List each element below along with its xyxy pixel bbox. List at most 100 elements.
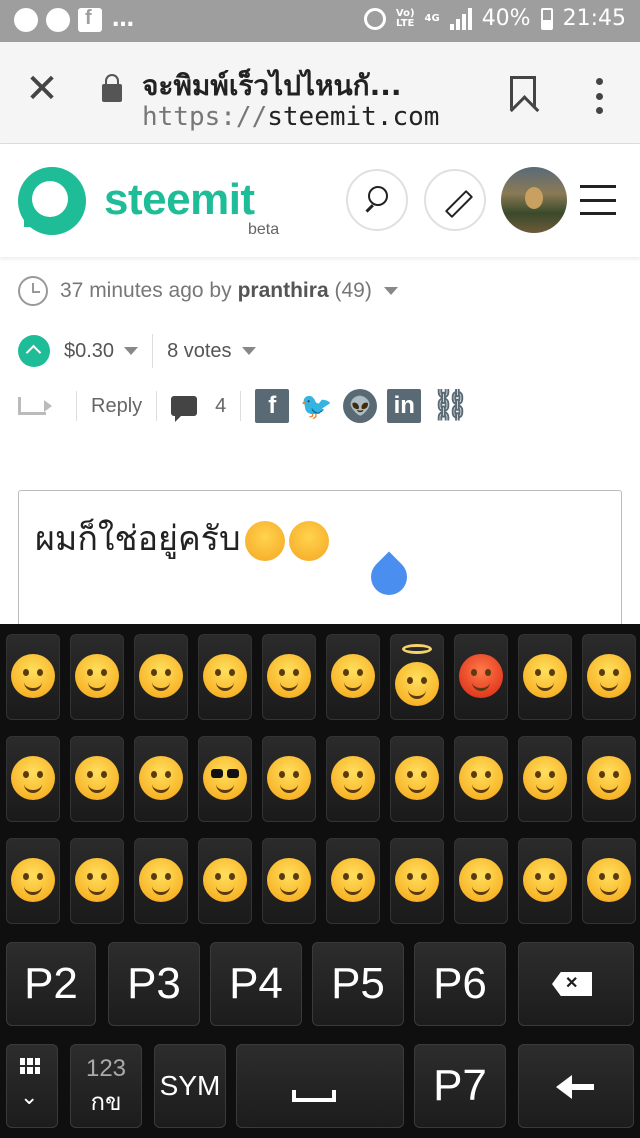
- emoji-page-2-key[interactable]: P2: [6, 942, 96, 1026]
- votes-count[interactable]: 8 votes: [167, 340, 231, 363]
- emoji-page-3-key[interactable]: P3: [108, 942, 200, 1026]
- tears-of-joy-face-icon: [75, 654, 119, 698]
- emoji-key[interactable]: [390, 634, 444, 720]
- emoji-page-6-key[interactable]: P6: [414, 942, 506, 1026]
- expressionless-face-icon: [395, 756, 439, 800]
- emoji-key[interactable]: [582, 838, 636, 924]
- close-icon[interactable]: ✕: [24, 69, 60, 109]
- reply-link[interactable]: Reply: [91, 395, 142, 418]
- lock-icon[interactable]: [102, 74, 122, 102]
- resteem-icon[interactable]: [18, 397, 52, 415]
- emoji-key[interactable]: [262, 736, 316, 822]
- emoji-key[interactable]: [6, 736, 60, 822]
- upvote-icon[interactable]: [18, 335, 50, 367]
- relieved-face-icon: [75, 756, 119, 800]
- symbol-mode-key[interactable]: SYM: [154, 1044, 226, 1128]
- emoji-key[interactable]: [454, 634, 508, 720]
- payout-dropdown-caret-icon[interactable]: [124, 347, 139, 355]
- tongue-face-icon: [395, 858, 439, 902]
- reply-text: ผมก็ใช่อยู่ครับ: [35, 519, 241, 559]
- facebook-share-icon[interactable]: f: [255, 389, 290, 423]
- reply-textarea[interactable]: ผมก็ใช่อยู่ครับ: [18, 490, 622, 630]
- smiling-face-open-mouth-icon: [139, 654, 183, 698]
- logo-text[interactable]: steemit: [104, 175, 255, 225]
- emoji-key[interactable]: [70, 838, 124, 924]
- yum-face-icon: [11, 756, 55, 800]
- emoji-key[interactable]: [518, 736, 572, 822]
- winking-tongue-face-icon: [459, 858, 503, 902]
- emoji-key[interactable]: [6, 634, 60, 720]
- emoji-key[interactable]: [582, 736, 636, 822]
- emoji-key[interactable]: [326, 634, 380, 720]
- backspace-key[interactable]: [518, 942, 634, 1026]
- comment-count[interactable]: 4: [215, 395, 226, 418]
- hamburger-menu-icon[interactable]: [580, 185, 616, 215]
- emoji-key[interactable]: [390, 838, 444, 924]
- keyboard-switch-key[interactable]: ⌄: [6, 1044, 58, 1128]
- emoji-key[interactable]: [6, 838, 60, 924]
- emoji-key[interactable]: [198, 634, 252, 720]
- squinting-tongue-face-icon: [523, 858, 567, 902]
- avatar[interactable]: [501, 167, 567, 233]
- enter-key[interactable]: [518, 1044, 634, 1128]
- emoji-key[interactable]: [390, 736, 444, 822]
- linkedin-share-icon[interactable]: in: [387, 389, 422, 423]
- emoji-key[interactable]: [518, 838, 572, 924]
- comment-icon[interactable]: [171, 396, 198, 422]
- laughing-face-icon: [331, 654, 375, 698]
- emoji-key[interactable]: [134, 634, 188, 720]
- emoji-key[interactable]: [262, 838, 316, 924]
- emoji-page-5-key[interactable]: P5: [312, 942, 404, 1026]
- search-button[interactable]: [346, 169, 408, 231]
- payout-value[interactable]: $0.30: [64, 340, 114, 363]
- grinning-face-icon: [11, 654, 55, 698]
- link-icon[interactable]: ⛓: [431, 389, 469, 423]
- emoji-key[interactable]: [582, 634, 636, 720]
- site-header: steemit beta: [0, 145, 640, 257]
- happy-face-icon: [203, 654, 247, 698]
- author-reputation: (49): [334, 279, 372, 302]
- smiling-face-icon: [244, 520, 285, 561]
- emoji-key[interactable]: [518, 634, 572, 720]
- url-text[interactable]: https://steemit.com: [142, 102, 439, 132]
- emoji-key[interactable]: [262, 634, 316, 720]
- numeric-mode-key[interactable]: 123 กข: [70, 1044, 142, 1128]
- emoji-page-4-key[interactable]: P4: [210, 942, 302, 1026]
- author-link[interactable]: pranthira: [238, 279, 329, 302]
- battery-icon: [540, 7, 553, 30]
- emoji-key[interactable]: [454, 838, 508, 924]
- emoji-key[interactable]: [326, 838, 380, 924]
- status-bar: … Vo)LTE 4G 40% 21:45: [0, 0, 640, 42]
- steemit-logo-icon[interactable]: [18, 167, 86, 235]
- emoji-key[interactable]: [326, 736, 380, 822]
- clock-icon: [18, 276, 48, 306]
- write-post-button[interactable]: [424, 169, 486, 231]
- emoji-key[interactable]: [454, 736, 508, 822]
- votes-dropdown-caret-icon[interactable]: [241, 347, 256, 355]
- emoji-key[interactable]: [198, 838, 252, 924]
- kissing-heart-face-icon: [139, 858, 183, 902]
- browser-toolbar: ✕ จะพิมพ์เร็วไปไหนกั... https://steemit.…: [0, 42, 640, 144]
- reddit-share-icon[interactable]: 👽: [343, 389, 378, 423]
- text-cursor-handle-icon[interactable]: [363, 551, 415, 603]
- emoji-key[interactable]: [134, 736, 188, 822]
- sweat-face-icon: [523, 756, 567, 800]
- emoji-key[interactable]: [70, 736, 124, 822]
- author-dropdown-caret-icon[interactable]: [383, 287, 398, 295]
- kissing-face-icon: [267, 858, 311, 902]
- signal-icon: [449, 7, 472, 30]
- worried-face-icon: [587, 858, 631, 902]
- kissing-closed-eyes-face-icon: [331, 858, 375, 902]
- emoji-key[interactable]: [134, 838, 188, 924]
- battery-percent: 40%: [481, 6, 531, 31]
- emoji-key[interactable]: [70, 634, 124, 720]
- emoji-page-7-key[interactable]: P7: [414, 1044, 506, 1128]
- smiling-face-icon-2: [288, 520, 329, 561]
- emoji-key[interactable]: [198, 736, 252, 822]
- bookmark-icon[interactable]: [510, 76, 536, 110]
- space-icon: [292, 1090, 336, 1102]
- network-type: 4G: [424, 12, 440, 24]
- twitter-share-icon[interactable]: 🐦: [299, 389, 333, 423]
- space-key[interactable]: [236, 1044, 404, 1128]
- overflow-menu-icon[interactable]: [594, 78, 604, 114]
